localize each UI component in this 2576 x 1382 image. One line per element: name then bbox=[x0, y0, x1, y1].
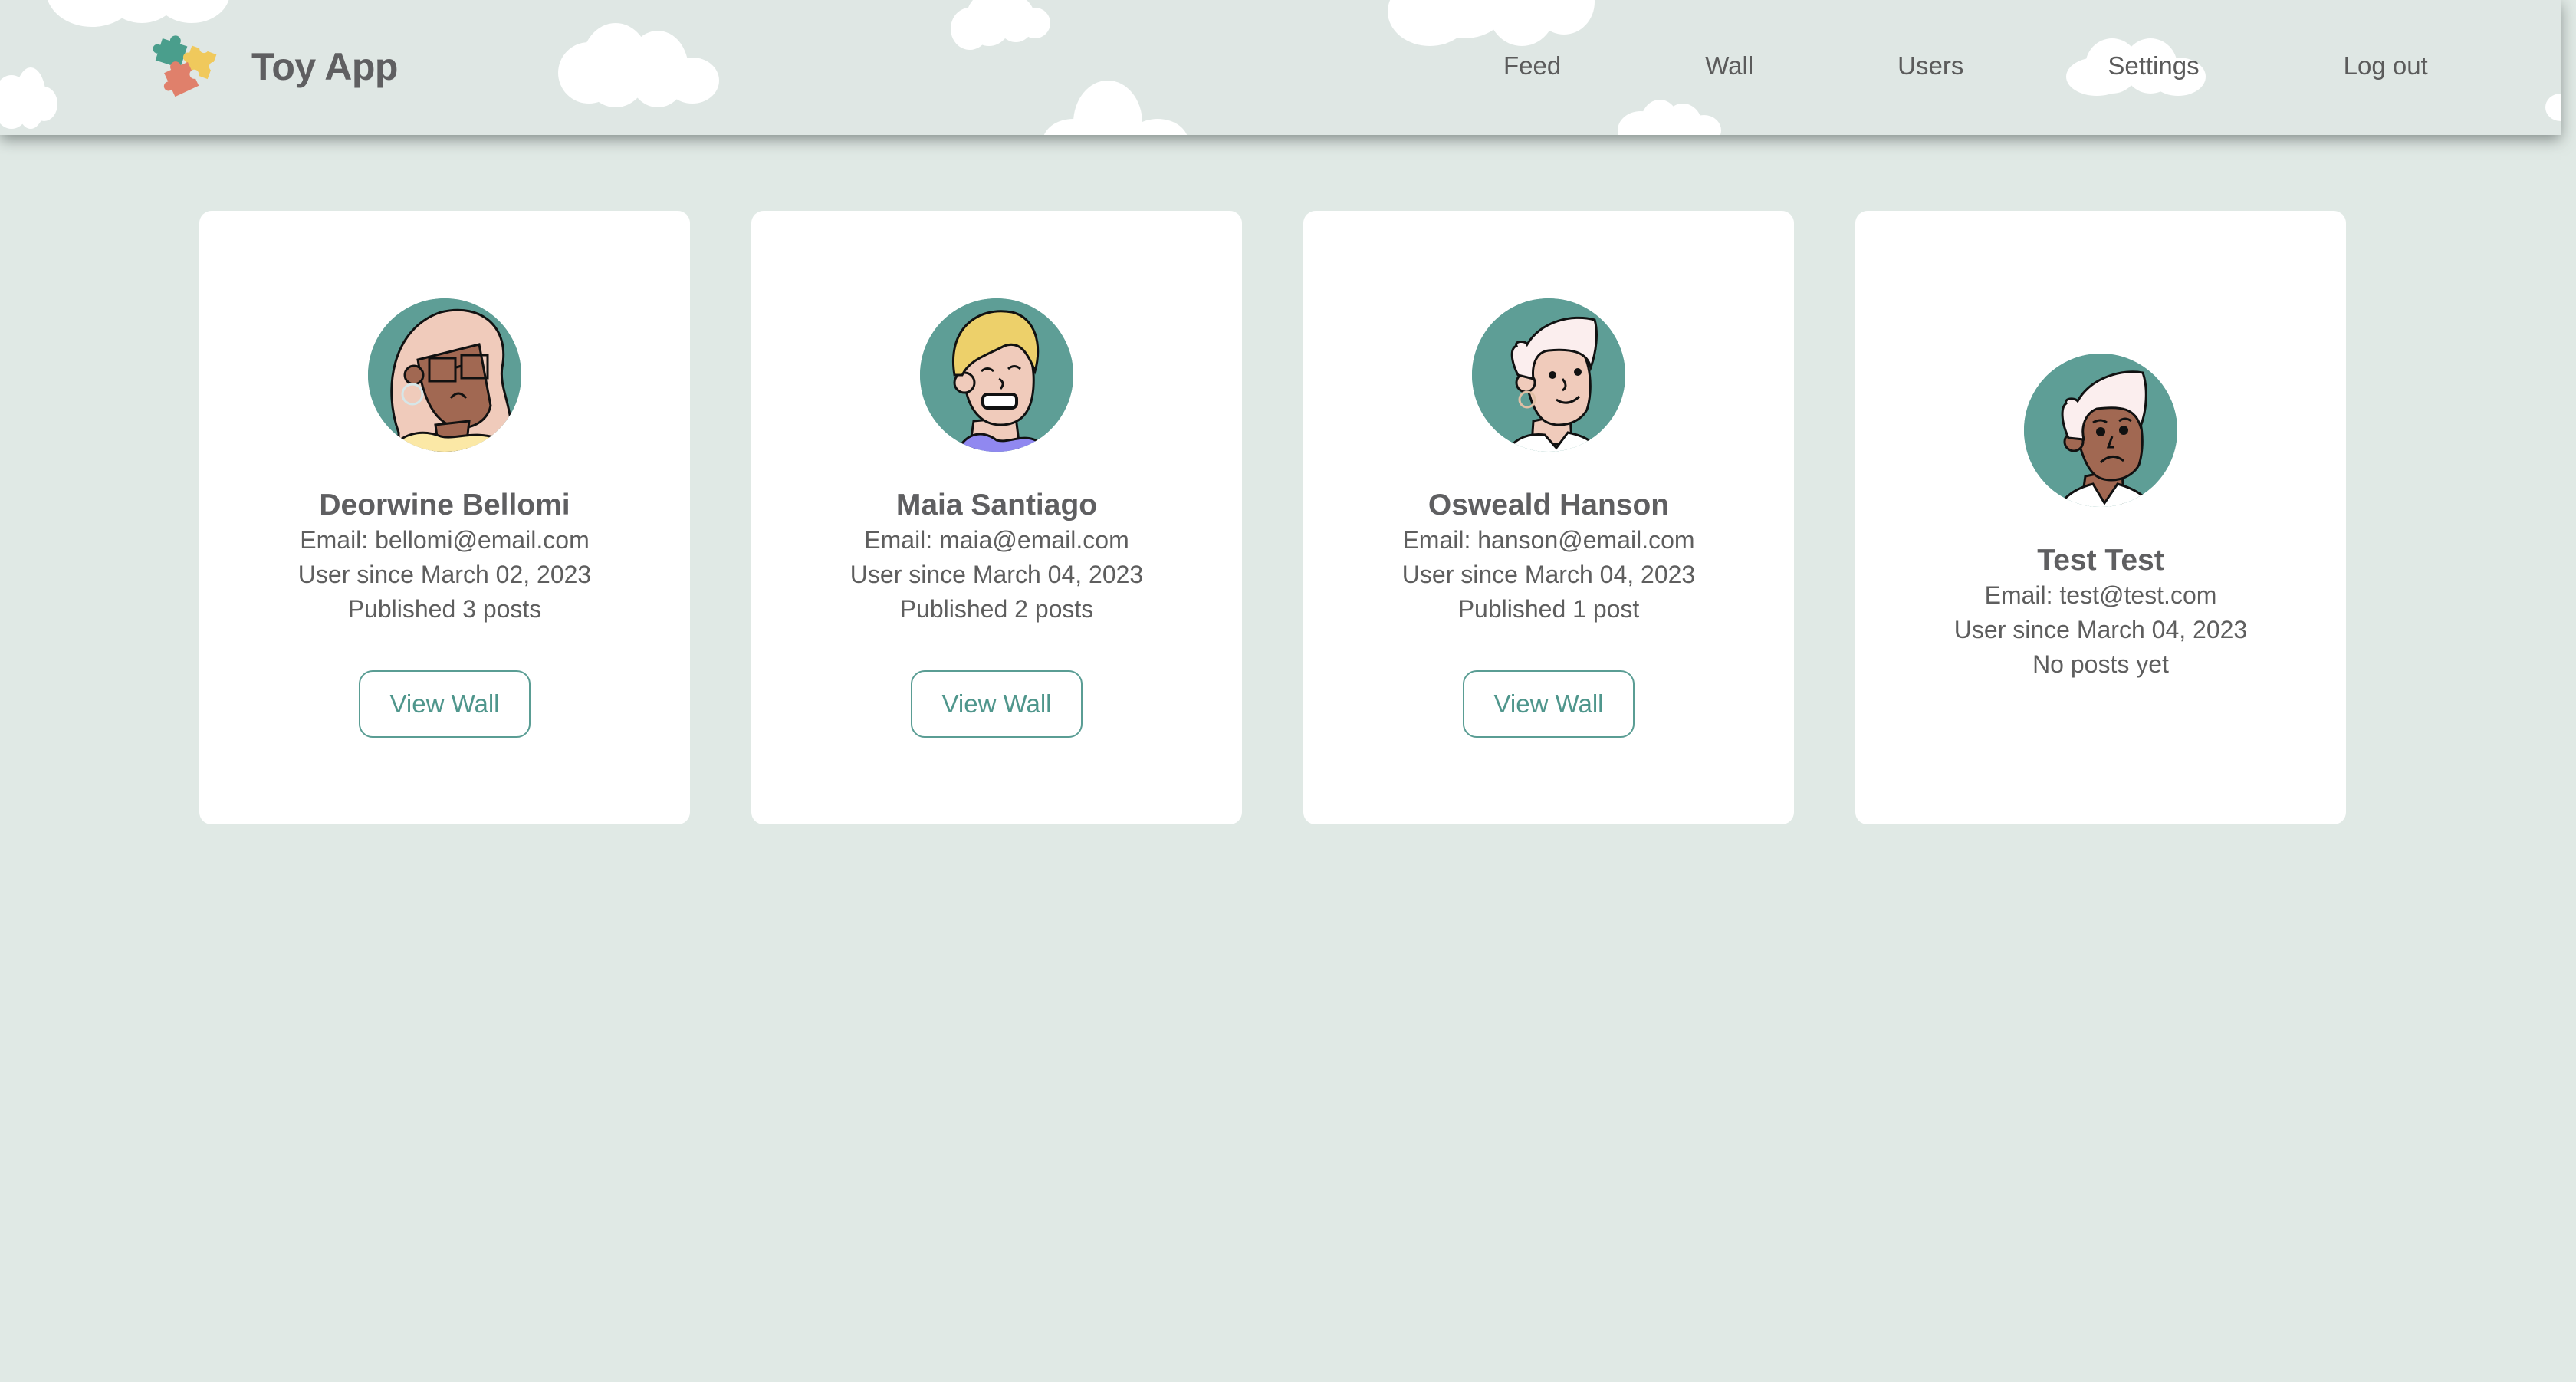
user-name: Deorwine Bellomi bbox=[319, 488, 570, 522]
nav-log-out[interactable]: Log out bbox=[2344, 51, 2428, 81]
avatar-white-hair-frown-icon bbox=[2024, 354, 2177, 507]
avatar-woman-glasses-icon bbox=[368, 298, 521, 452]
user-card: Osweald Hanson Email: hanson@email.com U… bbox=[1303, 211, 1794, 824]
view-wall-button[interactable]: View Wall bbox=[911, 670, 1083, 738]
avatar-blonde-grimace-icon bbox=[920, 298, 1073, 452]
brand-name: Toy App bbox=[251, 45, 398, 88]
user-since: User since March 04, 2023 bbox=[1401, 560, 1696, 588]
puzzle-pieces-icon bbox=[153, 35, 219, 97]
user-since: User since March 04, 2023 bbox=[849, 560, 1144, 588]
user-email: Email: test@test.com bbox=[1984, 581, 2217, 609]
top-navbar: Toy App Feed Wall Users Settings Log out bbox=[0, 0, 2561, 135]
users-grid: Deorwine Bellomi Email: bellomi@email.co… bbox=[199, 211, 2346, 824]
cloud-decoration bbox=[558, 23, 719, 107]
cloud-decoration bbox=[46, 0, 230, 31]
user-email: Email: bellomi@email.com bbox=[300, 525, 590, 554]
cloud-decoration bbox=[0, 67, 61, 129]
nav-wall[interactable]: Wall bbox=[1705, 51, 1753, 81]
avatar bbox=[368, 298, 521, 452]
main-nav: Feed Wall Users Settings Log out bbox=[1503, 46, 2428, 86]
user-card: Deorwine Bellomi Email: bellomi@email.co… bbox=[199, 211, 690, 824]
view-wall-button[interactable]: View Wall bbox=[1463, 670, 1635, 738]
user-since: User since March 02, 2023 bbox=[297, 560, 592, 588]
user-email: Email: hanson@email.com bbox=[1402, 525, 1695, 554]
cloud-decoration bbox=[1618, 100, 1725, 135]
user-post-count: Published 1 post bbox=[1457, 594, 1640, 623]
user-post-count: No posts yet bbox=[2032, 650, 2169, 678]
view-wall-button[interactable]: View Wall bbox=[359, 670, 531, 738]
avatar-white-hair-smile-icon bbox=[1472, 298, 1625, 452]
user-card: Maia Santiago Email: maia@email.com User… bbox=[751, 211, 1242, 824]
avatar bbox=[1472, 298, 1625, 452]
user-name: Osweald Hanson bbox=[1428, 488, 1670, 522]
avatar bbox=[2024, 354, 2177, 507]
user-post-count: Published 3 posts bbox=[347, 594, 542, 623]
brand[interactable]: Toy App bbox=[152, 32, 398, 101]
avatar bbox=[920, 298, 1073, 452]
user-card: Test Test Email: test@test.com User sinc… bbox=[1855, 211, 2346, 824]
nav-feed[interactable]: Feed bbox=[1503, 51, 1561, 81]
user-name: Maia Santiago bbox=[895, 488, 1098, 522]
user-post-count: Published 2 posts bbox=[899, 594, 1094, 623]
user-name: Test Test bbox=[2037, 544, 2164, 577]
cloud-decoration bbox=[951, 0, 1058, 54]
user-email: Email: maia@email.com bbox=[864, 525, 1129, 554]
cloud-decoration bbox=[2545, 94, 2561, 124]
user-since: User since March 04, 2023 bbox=[1953, 616, 2248, 643]
nav-settings[interactable]: Settings bbox=[2108, 51, 2199, 81]
cloud-decoration bbox=[1043, 81, 1211, 135]
nav-users[interactable]: Users bbox=[1898, 51, 1963, 81]
